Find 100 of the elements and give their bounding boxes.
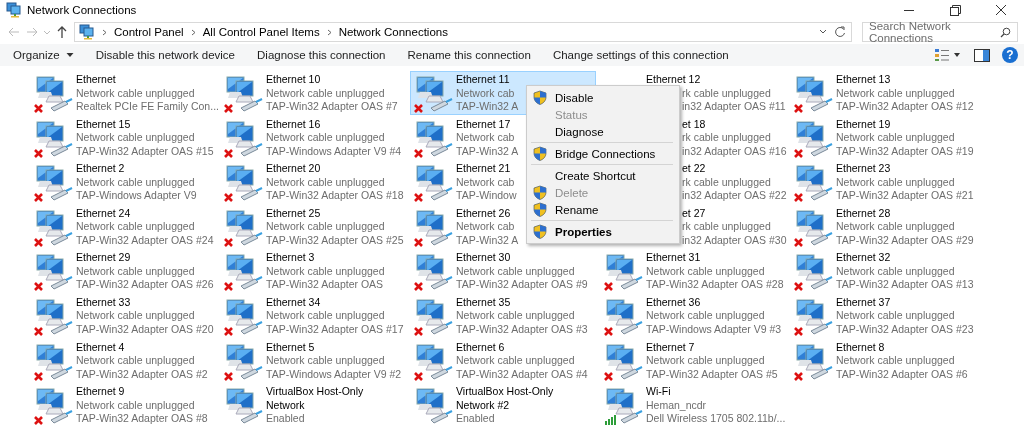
toolbar-button[interactable]: Change settings of this connection	[543, 46, 738, 64]
help-button[interactable]: ?	[1002, 47, 1018, 63]
disconnected-adapter-icon	[33, 164, 73, 203]
connection-item[interactable]: Ethernet 4 Network cable unplugged TAP-Win32 Adapter OAS #2	[30, 338, 216, 383]
breadcrumb-item[interactable]: All Control Panel Items	[202, 26, 320, 38]
connection-name: Ethernet 35	[456, 295, 512, 310]
connection-status: Network cable unplugged	[266, 131, 386, 145]
adapter-name: TAP-Win32 Adapter OAS	[266, 278, 385, 292]
connection-item[interactable]: Ethernet 7 Network cable unplugged TAP-Win32 Adapter OAS #5	[600, 338, 786, 383]
breadcrumb-item[interactable]: Network Connections	[338, 26, 448, 38]
connection-status: rk cable unplugged	[681, 220, 772, 234]
connection-name: Ethernet 34	[266, 295, 322, 310]
disconnected-adapter-icon	[413, 342, 453, 381]
connection-name: Ethernet 24	[76, 206, 132, 221]
adapter-name: in32 Adapter OAS #22	[681, 189, 787, 203]
disconnected-adapter-icon	[33, 119, 73, 158]
adapter-name: TAP-Win32 Adapter OAS #13	[836, 278, 974, 292]
toolbar-button[interactable]: Disable this network device	[86, 46, 244, 64]
adapter-name: TAP-Win32 Adapter OAS #6	[836, 367, 968, 382]
chevron-icon	[100, 27, 109, 37]
adapter-name: TAP-Win32 Adapter OAS #18	[266, 189, 404, 203]
disconnected-adapter-icon	[33, 75, 73, 113]
adapter-name: TAP-Win32 Adapter OAS #29	[836, 233, 974, 248]
connection-item[interactable]: Ethernet 28 Network cable unplugged TAP-Win32 Adapter OAS #29	[790, 204, 977, 249]
menu-item[interactable]: Bridge Connections	[527, 145, 679, 162]
connection-item[interactable]: Wi-Fi Heman_ncdr Dell Wireless 1705 802.11b/...	[600, 383, 789, 428]
menu-item[interactable]: Create Shortcut	[527, 167, 679, 184]
connection-name: Ethernet 29	[76, 251, 132, 265]
connection-name: Ethernet 2	[76, 162, 126, 176]
connection-status: Enabled	[266, 412, 306, 426]
connection-item[interactable]: VirtualBox Host-Only Network #2 Enabled	[410, 383, 596, 428]
connection-item[interactable]: Ethernet 32 Network cable unplugged TAP-Win32 Adapter OAS #13	[790, 249, 977, 294]
adapter-name: in32 Adapter OAS #11	[681, 100, 786, 114]
toolbar-button[interactable]: Diagnose this connection	[248, 46, 395, 64]
connection-item[interactable]: Ethernet 25 Network cable unplugged TAP-Win32 Adapter OAS #25	[220, 204, 407, 249]
connection-item[interactable]: Ethernet 15 Network cable unplugged TAP-Win32 Adapter OAS #15	[30, 115, 217, 160]
refresh-icon[interactable]	[833, 25, 847, 39]
connection-status: Network cable unplugged	[836, 175, 956, 190]
adapter-name: TAP-Win32 Adapter OAS #4	[456, 367, 588, 382]
connection-item[interactable]: Ethernet 29 Network cable unplugged TAP-Win32 Adapter OAS #26	[30, 249, 217, 294]
menu-item[interactable]: Properties	[527, 223, 679, 240]
toolbar-button[interactable]: Organize	[4, 46, 83, 64]
adapter-name: TAP-Win32 Adapter OAS #12	[836, 100, 974, 114]
preview-pane-icon[interactable]	[974, 48, 990, 62]
connection-name: Ethernet 37	[836, 295, 892, 310]
connection-item[interactable]: Ethernet 9 Network cable unplugged TAP-Win32 Adapter OAS #8	[30, 383, 216, 428]
connection-status: Network cable unplugged	[836, 264, 956, 279]
connection-item[interactable]: Ethernet 6 Network cable unplugged TAP-Win32 Adapter OAS #4	[410, 338, 596, 383]
disconnected-adapter-icon	[223, 297, 263, 336]
connection-item[interactable]: Ethernet 2 Network cable unplugged TAP-Windows Adapter V9	[30, 160, 216, 205]
connection-status: Network cable unplugged	[646, 264, 766, 279]
connection-item[interactable]: Ethernet 36 Network cable unplugged TAP-Windows Adapter V9 #3	[600, 293, 786, 338]
network-adapter-icon	[413, 387, 453, 426]
connection-item[interactable]: Ethernet 23 Network cable unplugged TAP-Win32 Adapter OAS #21	[790, 160, 977, 205]
adapter-name: Realtek PCIe FE Family Con...	[76, 100, 219, 114]
connection-item[interactable]: Ethernet 5 Network cable unplugged TAP-Windows Adapter V9 #2	[220, 338, 406, 383]
connection-status: Network cable unplugged	[836, 86, 956, 100]
connection-item[interactable]: Ethernet 31 Network cable unplugged TAP-Win32 Adapter OAS #28	[600, 249, 787, 294]
connection-item[interactable]: Ethernet 34 Network cable unplugged TAP-Win32 Adapter OAS #17	[220, 293, 407, 338]
connection-item[interactable]: Ethernet 24 Network cable unplugged TAP-Win32 Adapter OAS #24	[30, 204, 217, 249]
connection-item[interactable]: Ethernet Network cable unplugged Realtek PCIe FE Family Con...	[30, 71, 222, 115]
connection-item[interactable]: Ethernet 3 Network cable unplugged TAP-Win32 Adapter OAS	[220, 249, 406, 294]
address-bar[interactable]: Control Panel All Control Panel Items Network Connections	[74, 22, 852, 42]
connection-name: Ethernet 11	[456, 73, 511, 87]
connection-status: Network cable unplugged	[76, 131, 196, 145]
connection-item[interactable]: Ethernet 33 Network cable unplugged TAP-Win32 Adapter OAS #20	[30, 293, 217, 338]
connection-status: Enabled	[456, 412, 496, 426]
breadcrumb-item[interactable]: Control Panel	[114, 26, 184, 38]
connection-item[interactable]: Ethernet 37 Network cable unplugged TAP-Win32 Adapter OAS #23	[790, 293, 977, 338]
connection-item[interactable]: Ethernet 13 Network cable unplugged TAP-Win32 Adapter OAS #12	[790, 71, 977, 115]
connection-item[interactable]: VirtualBox Host-Only Network Enabled	[220, 383, 406, 428]
connection-item[interactable]: Ethernet 16 Network cable unplugged TAP-Windows Adapter V9 #4	[220, 115, 406, 160]
adapter-name: TAP-Window	[456, 189, 517, 203]
connection-item[interactable]: Ethernet 10 Network cable unplugged TAP-Win32 Adapter OAS #7	[220, 71, 406, 115]
connection-status: rk cable unplugged	[681, 131, 772, 145]
disconnected-adapter-icon	[793, 164, 833, 203]
connection-item[interactable]: Ethernet 8 Network cable unplugged TAP-Win32 Adapter OAS #6	[790, 338, 976, 383]
adapter-name: Dell Wireless 1705 802.11b/...	[646, 412, 786, 426]
menu-item[interactable]: Rename	[527, 201, 679, 218]
connection-name: Ethernet 31	[646, 251, 702, 265]
connection-item[interactable]: Ethernet 19 Network cable unplugged TAP-Win32 Adapter OAS #19	[790, 115, 977, 160]
connection-item[interactable]: Ethernet 35 Network cable unplugged TAP-Win32 Adapter OAS #3	[410, 293, 596, 338]
search-field[interactable]: Search Network Connections	[862, 22, 1018, 42]
connection-status: Network cable unplugged	[836, 220, 956, 234]
disconnected-adapter-icon	[413, 164, 453, 203]
connection-name: Ethernet 17	[456, 117, 512, 132]
connection-item[interactable]: Ethernet 20 Network cable unplugged TAP-Win32 Adapter OAS #18	[220, 160, 407, 205]
connection-status: Heman_ncdr	[646, 398, 708, 413]
view-options-icon[interactable]	[934, 48, 950, 62]
connection-status: Network cable unplugged	[646, 309, 766, 323]
connection-name: Ethernet 19	[836, 117, 892, 132]
disconnected-adapter-icon	[793, 208, 833, 247]
disconnected-adapter-icon	[413, 253, 453, 292]
connection-name: Ethernet	[76, 73, 117, 87]
toolbar-button[interactable]: Rename this connection	[398, 46, 540, 64]
menu-item[interactable]: Diagnose	[527, 123, 679, 140]
connection-item[interactable]: Ethernet 30 Network cable unplugged TAP-Win32 Adapter OAS #9	[410, 249, 596, 294]
shield-icon	[533, 185, 547, 200]
adapter-name: TAP-Win32 Adapter OAS #15	[76, 144, 214, 159]
shield-icon	[533, 202, 547, 217]
